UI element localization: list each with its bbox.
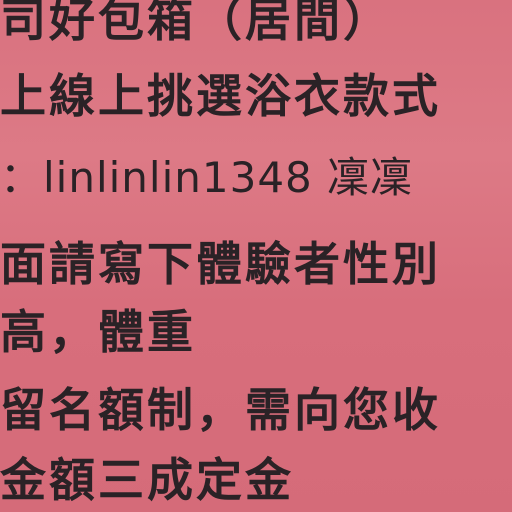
text-line-3: ：linlinlin1348 凜凜 (0, 153, 414, 202)
text-line-1: 司好包箱（居間） (0, 0, 392, 47)
text-line-7: 金額三成定金 (0, 453, 294, 507)
text-line-2: 上線上挑選浴衣款式 (0, 69, 441, 123)
text-line-6: 留名額制，需向您收 (0, 383, 441, 437)
text-line-4: 面請寫下體驗者性別 (0, 237, 441, 291)
text-line-5: 高，體重 (0, 305, 196, 359)
